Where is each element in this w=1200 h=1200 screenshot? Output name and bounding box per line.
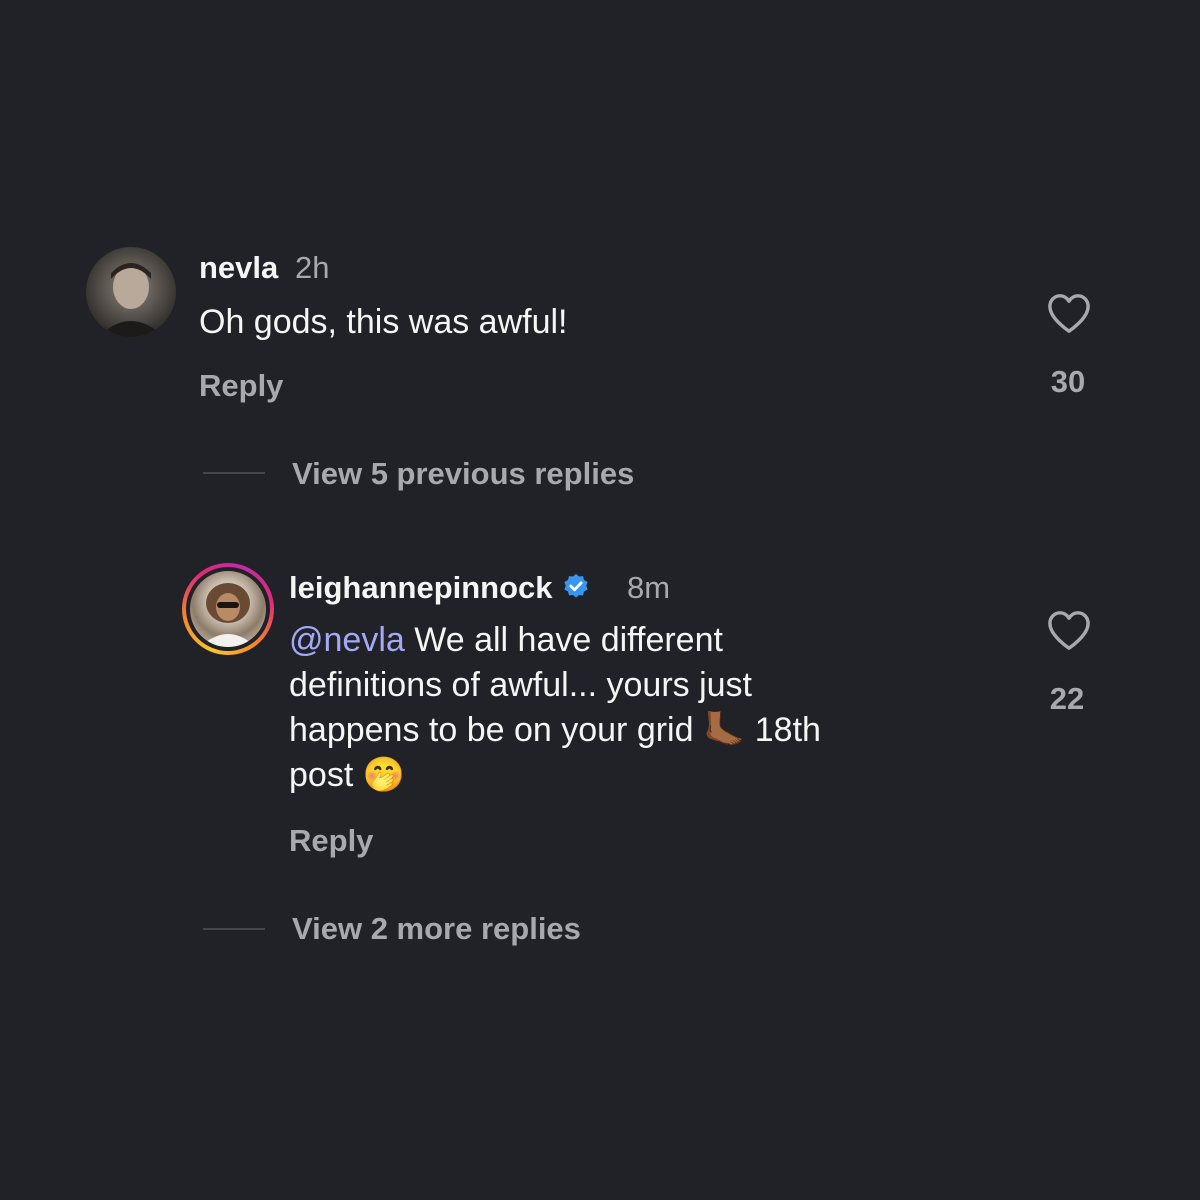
reply-username-text: leighannepinnock	[289, 570, 553, 605]
hand-over-mouth-emoji: 🤭	[362, 756, 406, 794]
reply-text-line: happens to be on your grid 🦶🏾 18th	[289, 708, 989, 753]
reply-text-segment: happens to be on your grid	[289, 711, 703, 749]
avatar[interactable]	[86, 247, 176, 337]
story-ring[interactable]	[182, 563, 274, 655]
foot-emoji: 🦶🏾	[702, 711, 746, 749]
thread-line	[203, 472, 265, 474]
reply-text-line: post 🤭	[289, 753, 989, 798]
reply-text: @nevla We all have different definitions…	[289, 618, 989, 798]
thread-line	[203, 928, 265, 930]
comments-panel: nevla 2h Oh gods, this was awful! Reply …	[0, 0, 1200, 1200]
reply-button[interactable]: Reply	[289, 823, 373, 859]
heart-icon[interactable]	[1046, 609, 1092, 651]
avatar-photo	[98, 263, 164, 337]
comment-username[interactable]: nevla	[199, 250, 278, 286]
view-more-replies-button[interactable]: View 2 more replies	[292, 911, 581, 947]
reply-username[interactable]: leighannepinnock	[289, 570, 591, 606]
reply-button[interactable]: Reply	[199, 368, 283, 404]
verified-badge-icon	[564, 573, 588, 598]
reply-text-line: definitions of awful... yours just	[289, 666, 753, 704]
reply-text-segment: post	[289, 756, 363, 794]
like-count: 30	[1050, 364, 1086, 399]
avatar	[190, 571, 266, 647]
mention-link[interactable]: @nevla	[289, 621, 405, 659]
heart-icon[interactable]	[1046, 292, 1092, 334]
reply-text-line: @nevla We all have different	[289, 618, 989, 663]
comment-text: Oh gods, this was awful!	[199, 303, 568, 341]
view-previous-replies-button[interactable]: View 5 previous replies	[292, 456, 634, 492]
reply-timestamp: 8m	[627, 570, 671, 605]
avatar-photo	[200, 583, 256, 647]
reply-text-segment: 18th	[745, 711, 821, 749]
comment-timestamp: 2h	[295, 250, 330, 285]
like-count: 22	[1049, 681, 1085, 716]
reply-text-segment: We all have different	[404, 621, 723, 659]
